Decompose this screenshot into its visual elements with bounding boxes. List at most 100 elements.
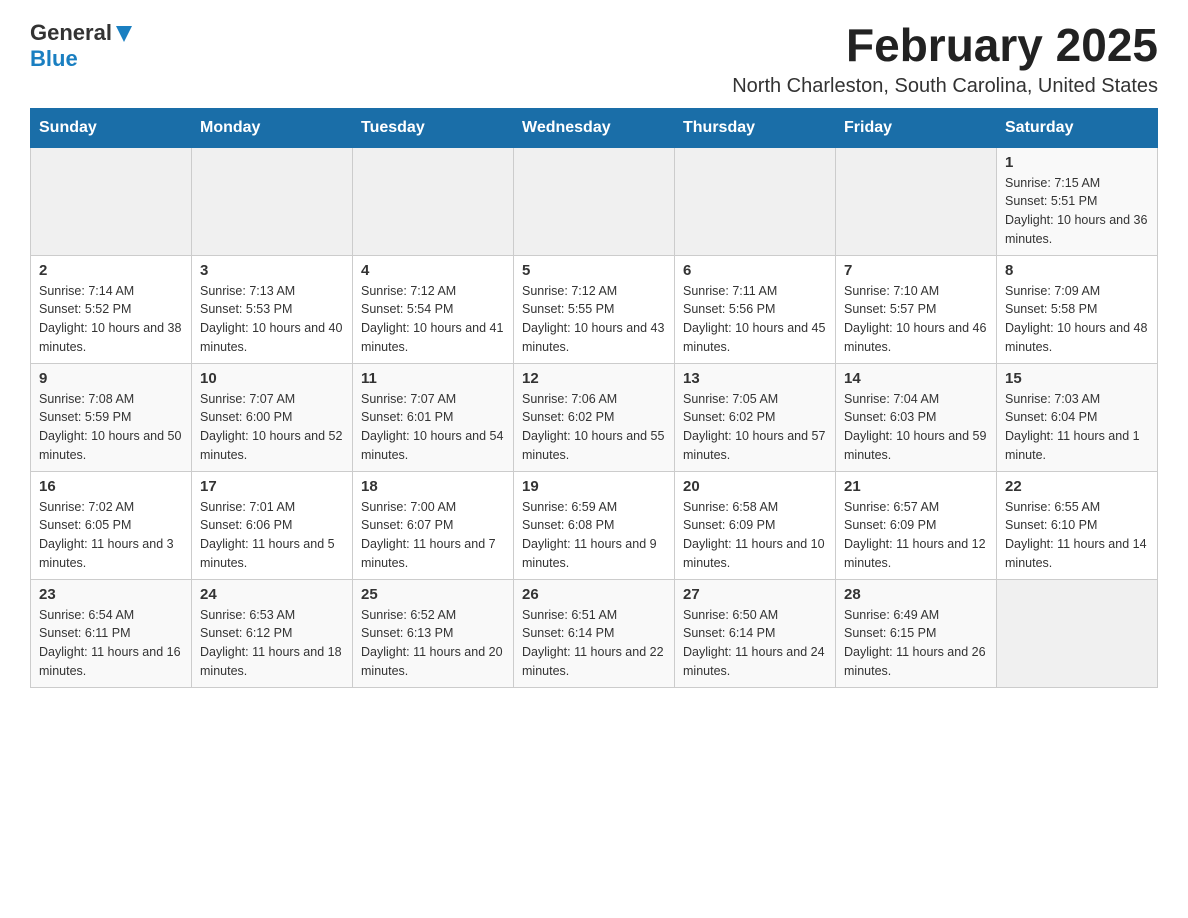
calendar-cell: 2 Sunrise: 7:14 AMSunset: 5:52 PMDaylight…: [31, 255, 192, 363]
calendar-cell: [353, 147, 514, 255]
col-header-tuesday: Tuesday: [353, 108, 514, 147]
calendar-cell: [997, 579, 1158, 687]
calendar-cell: 10 Sunrise: 7:07 AMSunset: 6:00 PMDayligh…: [192, 363, 353, 471]
calendar-cell: 26Sunrise: 6:51 AMSunset: 6:14 PMDayligh…: [514, 579, 675, 687]
day-number: 13: [683, 370, 827, 387]
day-info: Sunrise: 7:14 AMSunset: 5:52 PMDaylight:…: [39, 282, 183, 357]
col-header-thursday: Thursday: [675, 108, 836, 147]
day-number: 21: [844, 478, 988, 495]
day-number: 9: [39, 370, 183, 387]
day-info: Sunrise: 6:52 AMSunset: 6:13 PMDaylight:…: [361, 606, 505, 681]
day-number: 1: [1005, 154, 1149, 171]
day-number: 4: [361, 262, 505, 279]
calendar-cell: [675, 147, 836, 255]
day-info: Sunrise: 6:57 AMSunset: 6:09 PMDaylight:…: [844, 498, 988, 573]
calendar-cell: 17Sunrise: 7:01 AMSunset: 6:06 PMDayligh…: [192, 471, 353, 579]
calendar-cell: [31, 147, 192, 255]
day-number: 23: [39, 586, 183, 603]
day-number: 8: [1005, 262, 1149, 279]
day-info: Sunrise: 7:13 AMSunset: 5:53 PMDaylight:…: [200, 282, 344, 357]
day-info: Sunrise: 6:54 AMSunset: 6:11 PMDaylight:…: [39, 606, 183, 681]
calendar-cell: 16 Sunrise: 7:02 AMSunset: 6:05 PMDayligh…: [31, 471, 192, 579]
calendar-week-row: 1 Sunrise: 7:15 AMSunset: 5:51 PMDaylight…: [31, 147, 1158, 255]
calendar-cell: 12 Sunrise: 7:06 AMSunset: 6:02 PMDayligh…: [514, 363, 675, 471]
calendar-cell: 14Sunrise: 7:04 AMSunset: 6:03 PMDayligh…: [836, 363, 997, 471]
calendar-cell: 9 Sunrise: 7:08 AMSunset: 5:59 PMDaylight…: [31, 363, 192, 471]
logo: General Blue: [30, 20, 134, 72]
day-info: Sunrise: 7:02 AMSunset: 6:05 PMDaylight:…: [39, 498, 183, 573]
logo-general-text: General: [30, 20, 112, 46]
day-number: 22: [1005, 478, 1149, 495]
calendar-cell: 3Sunrise: 7:13 AMSunset: 5:53 PMDaylight…: [192, 255, 353, 363]
calendar-cell: 8 Sunrise: 7:09 AMSunset: 5:58 PMDaylight…: [997, 255, 1158, 363]
calendar-week-row: 9 Sunrise: 7:08 AMSunset: 5:59 PMDaylight…: [31, 363, 1158, 471]
calendar-cell: 24Sunrise: 6:53 AMSunset: 6:12 PMDayligh…: [192, 579, 353, 687]
day-number: 17: [200, 478, 344, 495]
title-block: February 2025 North Charleston, South Ca…: [732, 20, 1158, 98]
day-number: 28: [844, 586, 988, 603]
calendar-cell: 15Sunrise: 7:03 AMSunset: 6:04 PMDayligh…: [997, 363, 1158, 471]
day-number: 5: [522, 262, 666, 279]
calendar-cell: 13 Sunrise: 7:05 AMSunset: 6:02 PMDayligh…: [675, 363, 836, 471]
col-header-saturday: Saturday: [997, 108, 1158, 147]
calendar-cell: [514, 147, 675, 255]
calendar-table: SundayMondayTuesdayWednesdayThursdayFrid…: [30, 108, 1158, 688]
day-number: 2: [39, 262, 183, 279]
day-info: Sunrise: 7:07 AMSunset: 6:01 PMDaylight:…: [361, 390, 505, 465]
col-header-monday: Monday: [192, 108, 353, 147]
day-info: Sunrise: 6:53 AMSunset: 6:12 PMDaylight:…: [200, 606, 344, 681]
day-info: Sunrise: 7:03 AMSunset: 6:04 PMDaylight:…: [1005, 390, 1149, 465]
location-title: North Charleston, South Carolina, United…: [732, 75, 1158, 98]
calendar-cell: 20 Sunrise: 6:58 AMSunset: 6:09 PMDayligh…: [675, 471, 836, 579]
day-info: Sunrise: 7:10 AMSunset: 5:57 PMDaylight:…: [844, 282, 988, 357]
day-number: 14: [844, 370, 988, 387]
calendar-cell: 27 Sunrise: 6:50 AMSunset: 6:14 PMDayligh…: [675, 579, 836, 687]
day-info: Sunrise: 7:06 AMSunset: 6:02 PMDaylight:…: [522, 390, 666, 465]
calendar-week-row: 2 Sunrise: 7:14 AMSunset: 5:52 PMDaylight…: [31, 255, 1158, 363]
calendar-week-row: 16 Sunrise: 7:02 AMSunset: 6:05 PMDayligh…: [31, 471, 1158, 579]
day-info: Sunrise: 7:07 AMSunset: 6:00 PMDaylight:…: [200, 390, 344, 465]
logo-blue-text: Blue: [30, 46, 78, 72]
calendar-cell: 7 Sunrise: 7:10 AMSunset: 5:57 PMDaylight…: [836, 255, 997, 363]
day-info: Sunrise: 6:49 AMSunset: 6:15 PMDaylight:…: [844, 606, 988, 681]
calendar-header-row: SundayMondayTuesdayWednesdayThursdayFrid…: [31, 108, 1158, 147]
calendar-cell: 19 Sunrise: 6:59 AMSunset: 6:08 PMDayligh…: [514, 471, 675, 579]
day-number: 16: [39, 478, 183, 495]
day-number: 6: [683, 262, 827, 279]
day-info: Sunrise: 7:15 AMSunset: 5:51 PMDaylight:…: [1005, 174, 1149, 249]
calendar-cell: 5 Sunrise: 7:12 AMSunset: 5:55 PMDaylight…: [514, 255, 675, 363]
month-title: February 2025: [732, 20, 1158, 71]
day-info: Sunrise: 7:11 AMSunset: 5:56 PMDaylight:…: [683, 282, 827, 357]
day-info: Sunrise: 7:05 AMSunset: 6:02 PMDaylight:…: [683, 390, 827, 465]
calendar-cell: 21 Sunrise: 6:57 AMSunset: 6:09 PMDayligh…: [836, 471, 997, 579]
day-number: 12: [522, 370, 666, 387]
day-info: Sunrise: 7:12 AMSunset: 5:54 PMDaylight:…: [361, 282, 505, 357]
day-info: Sunrise: 7:08 AMSunset: 5:59 PMDaylight:…: [39, 390, 183, 465]
calendar-cell: 28 Sunrise: 6:49 AMSunset: 6:15 PMDayligh…: [836, 579, 997, 687]
calendar-cell: 11 Sunrise: 7:07 AMSunset: 6:01 PMDayligh…: [353, 363, 514, 471]
day-number: 25: [361, 586, 505, 603]
day-number: 27: [683, 586, 827, 603]
day-number: 11: [361, 370, 505, 387]
page-header: General Blue February 2025 North Charles…: [30, 20, 1158, 98]
calendar-cell: 1 Sunrise: 7:15 AMSunset: 5:51 PMDaylight…: [997, 147, 1158, 255]
day-info: Sunrise: 6:50 AMSunset: 6:14 PMDaylight:…: [683, 606, 827, 681]
day-number: 26: [522, 586, 666, 603]
calendar-cell: 4 Sunrise: 7:12 AMSunset: 5:54 PMDaylight…: [353, 255, 514, 363]
day-info: Sunrise: 6:58 AMSunset: 6:09 PMDaylight:…: [683, 498, 827, 573]
calendar-cell: 23 Sunrise: 6:54 AMSunset: 6:11 PMDayligh…: [31, 579, 192, 687]
day-number: 20: [683, 478, 827, 495]
day-number: 10: [200, 370, 344, 387]
calendar-cell: 25 Sunrise: 6:52 AMSunset: 6:13 PMDayligh…: [353, 579, 514, 687]
day-info: Sunrise: 7:12 AMSunset: 5:55 PMDaylight:…: [522, 282, 666, 357]
col-header-wednesday: Wednesday: [514, 108, 675, 147]
day-info: Sunrise: 6:55 AMSunset: 6:10 PMDaylight:…: [1005, 498, 1149, 573]
day-info: Sunrise: 6:59 AMSunset: 6:08 PMDaylight:…: [522, 498, 666, 573]
calendar-cell: [836, 147, 997, 255]
day-info: Sunrise: 7:00 AMSunset: 6:07 PMDaylight:…: [361, 498, 505, 573]
logo-arrow-icon: [114, 24, 134, 44]
day-number: 19: [522, 478, 666, 495]
day-info: Sunrise: 7:09 AMSunset: 5:58 PMDaylight:…: [1005, 282, 1149, 357]
calendar-cell: 18Sunrise: 7:00 AMSunset: 6:07 PMDayligh…: [353, 471, 514, 579]
day-number: 7: [844, 262, 988, 279]
